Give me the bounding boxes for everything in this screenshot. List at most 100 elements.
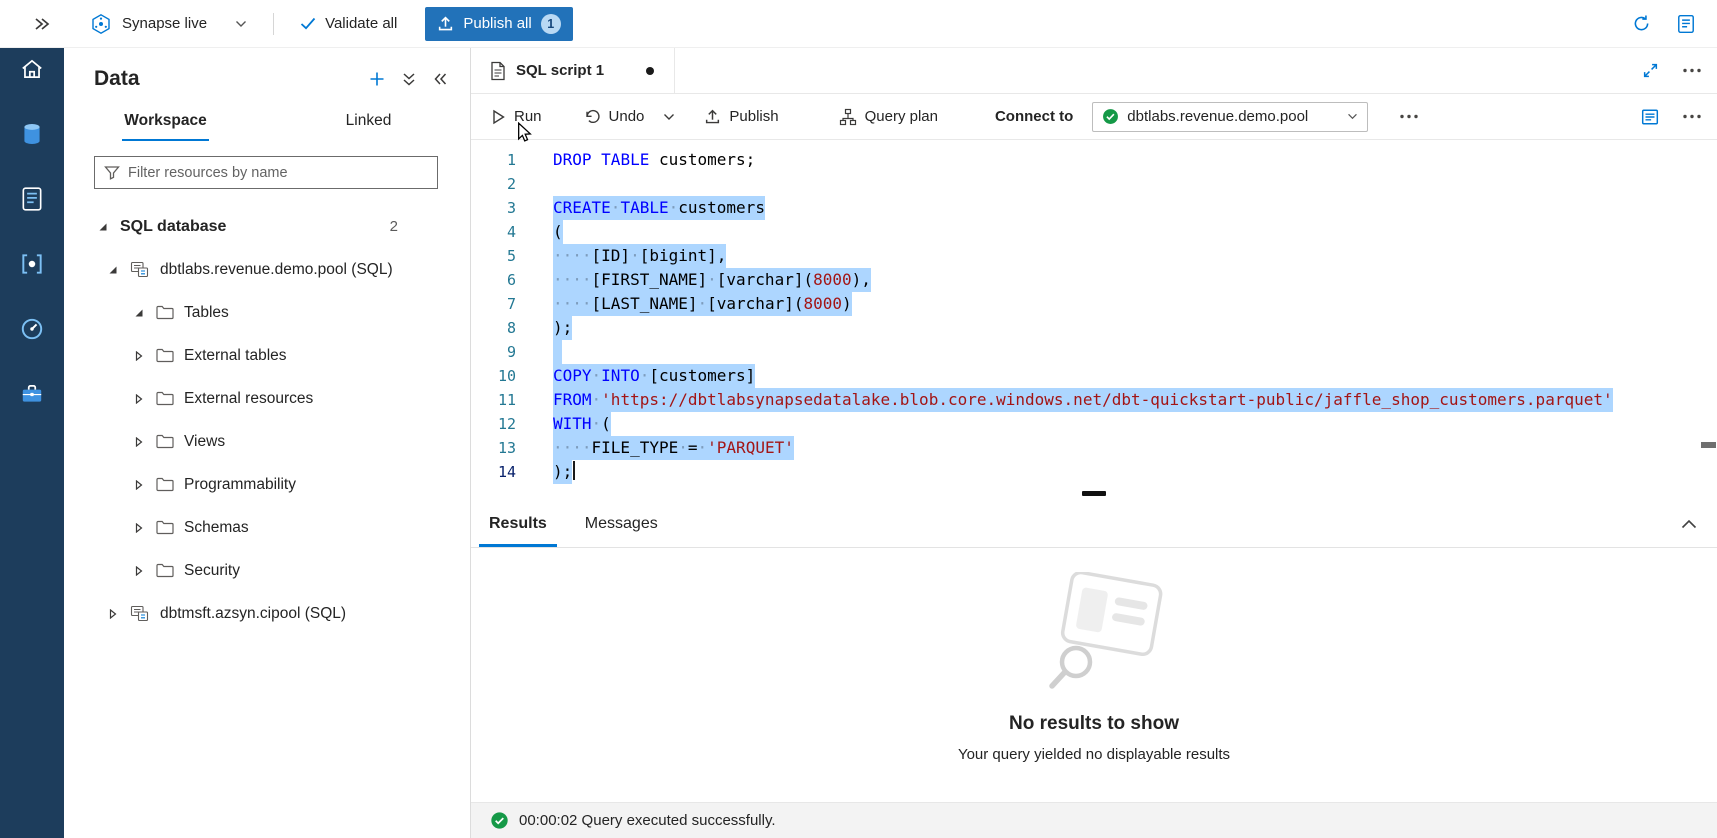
tree-item-label: dbtmsft.azsyn.cipool (SQL) — [160, 605, 346, 623]
code-line[interactable] — [553, 172, 1717, 196]
tree-item[interactable]: Views — [64, 420, 470, 463]
tree-item-label: Security — [184, 562, 240, 580]
tab-messages[interactable]: Messages — [575, 500, 668, 547]
run-options-chevron-icon[interactable] — [663, 113, 675, 121]
sql-script-icon — [490, 61, 506, 81]
undo-button[interactable]: Undo — [584, 108, 645, 125]
tree-item[interactable]: dbtmsft.azsyn.cipool (SQL) — [64, 592, 470, 635]
expand-menu-icon[interactable] — [34, 17, 50, 31]
sql-code-editor[interactable]: 1234567891011121314 DROP TABLE customers… — [471, 140, 1717, 488]
unsaved-indicator — [646, 67, 654, 75]
chevron-down-icon[interactable] — [235, 20, 247, 28]
code-line[interactable]: ); — [553, 460, 1717, 484]
tree-item[interactable]: Tables — [64, 291, 470, 334]
data-icon[interactable] — [18, 120, 46, 148]
pool-selector[interactable]: dbtlabs.revenue.demo.pool — [1092, 102, 1368, 132]
publish-label: Publish — [729, 108, 778, 125]
clipboard-list-icon[interactable] — [1677, 14, 1695, 34]
monitor-icon[interactable] — [18, 315, 46, 343]
toolbar-more-icon[interactable] — [1400, 114, 1418, 119]
text-cursor — [573, 461, 575, 480]
top-bar-right-actions — [1632, 14, 1717, 34]
line-number: 3 — [471, 196, 529, 220]
code-lines[interactable]: DROP TABLE customers; CREATE·TABLE·custom… — [529, 148, 1717, 488]
code-line[interactable]: CREATE·TABLE·customers — [553, 196, 1717, 220]
toolbar-right-actions — [1641, 108, 1717, 126]
tab-sql-script-1[interactable]: SQL script 1 — [471, 48, 675, 93]
code-line[interactable]: FROM·'https://dbtlabsynapsedatalake.blob… — [553, 388, 1717, 412]
expand-all-icon[interactable] — [402, 72, 416, 87]
properties-icon[interactable] — [1641, 108, 1659, 126]
home-icon[interactable] — [18, 55, 46, 83]
tree-item[interactable]: External tables — [64, 334, 470, 377]
code-line[interactable] — [553, 340, 1717, 364]
manage-icon[interactable] — [18, 380, 46, 408]
add-resource-icon[interactable] — [369, 71, 385, 87]
code-line[interactable]: WITH·( — [553, 412, 1717, 436]
expanded-arrow-icon[interactable] — [96, 222, 110, 232]
divider — [273, 13, 274, 35]
code-line[interactable]: ( — [553, 220, 1717, 244]
expanded-arrow-icon[interactable] — [132, 308, 146, 318]
data-panel-header: Data — [64, 48, 470, 95]
run-label: Run — [514, 108, 542, 125]
code-line[interactable]: COPY·INTO·[customers] — [553, 364, 1717, 388]
line-number: 9 — [471, 340, 529, 364]
panel-title: Data — [94, 67, 140, 91]
run-button[interactable]: Run — [491, 108, 542, 125]
folder-icon — [156, 477, 174, 492]
code-line[interactable]: ····FILE_TYPE·=·'PARQUET' — [553, 436, 1717, 460]
expanded-arrow-icon[interactable] — [106, 265, 120, 275]
publish-all-button[interactable]: Publish all 1 — [425, 7, 572, 41]
tree-item[interactable]: External resources — [64, 377, 470, 420]
undo-icon — [584, 109, 601, 125]
query-plan-button[interactable]: Query plan — [839, 108, 938, 126]
collapsed-arrow-icon[interactable] — [132, 480, 146, 490]
environment-selector[interactable]: Synapse live — [90, 13, 247, 35]
expand-editor-icon[interactable] — [1642, 62, 1659, 79]
top-command-bar: Synapse live Validate all Publish all 1 — [0, 0, 1717, 48]
collapsed-arrow-icon[interactable] — [132, 394, 146, 404]
tab-strip-actions — [1642, 48, 1717, 93]
sql-pool-icon — [130, 260, 150, 279]
code-line[interactable]: ····[ID]·[bigint], — [553, 244, 1717, 268]
tab-workspace[interactable]: Workspace — [64, 104, 267, 141]
splitter-handle-icon[interactable] — [1082, 491, 1106, 496]
collapsed-arrow-icon[interactable] — [106, 609, 120, 619]
publish-all-label: Publish all — [463, 15, 531, 32]
tree-item[interactable]: Security — [64, 549, 470, 592]
check-icon — [300, 17, 316, 30]
folder-icon — [156, 434, 174, 449]
tab-results[interactable]: Results — [479, 500, 557, 547]
refresh-icon[interactable] — [1632, 14, 1651, 33]
collapsed-arrow-icon[interactable] — [132, 351, 146, 361]
collapse-panel-icon[interactable] — [433, 72, 448, 86]
tree-item-label: Tables — [184, 304, 229, 322]
tree-item-label: External tables — [184, 347, 287, 365]
code-line[interactable]: DROP TABLE customers; — [553, 148, 1717, 172]
more-options-icon[interactable] — [1683, 68, 1701, 73]
collapsed-arrow-icon[interactable] — [132, 523, 146, 533]
tree-item[interactable]: Programmability — [64, 463, 470, 506]
line-number: 13 — [471, 436, 529, 460]
filter-input[interactable] — [128, 165, 428, 181]
tree-item[interactable]: dbtlabs.revenue.demo.pool (SQL) — [64, 248, 470, 291]
tree-item[interactable]: SQL database2 — [64, 205, 470, 248]
line-number: 4 — [471, 220, 529, 244]
collapsed-arrow-icon[interactable] — [132, 566, 146, 576]
collapse-results-chevron-icon[interactable] — [1681, 519, 1697, 529]
validate-all-button[interactable]: Validate all — [300, 15, 397, 32]
tree-item[interactable]: Schemas — [64, 506, 470, 549]
integrate-icon[interactable] — [18, 250, 46, 278]
publish-button[interactable]: Publish — [704, 108, 778, 125]
line-number: 14 — [471, 460, 529, 484]
tree-item-label: Views — [184, 433, 225, 451]
code-line[interactable]: ); — [553, 316, 1717, 340]
collapsed-arrow-icon[interactable] — [132, 437, 146, 447]
line-number: 1 — [471, 148, 529, 172]
code-line[interactable]: ····[LAST_NAME]·[varchar](8000) — [553, 292, 1717, 316]
develop-icon[interactable] — [18, 185, 46, 213]
code-line[interactable]: ····[FIRST_NAME]·[varchar](8000), — [553, 268, 1717, 292]
tab-linked[interactable]: Linked — [267, 104, 470, 141]
toolbar-overflow-icon[interactable] — [1683, 114, 1701, 119]
